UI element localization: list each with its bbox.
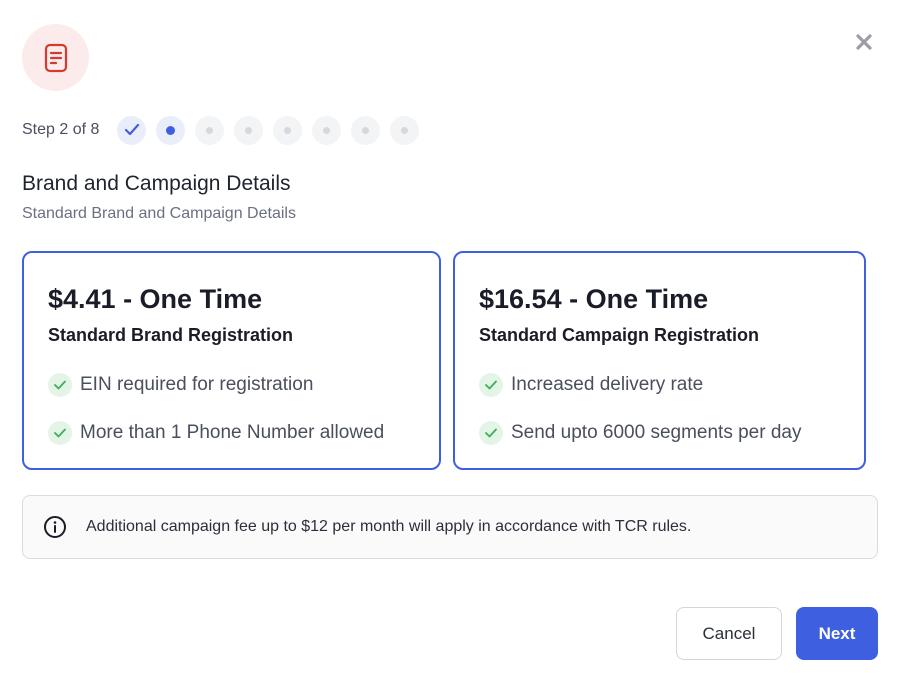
section-title: Brand and Campaign Details (22, 172, 291, 195)
step-5 (273, 115, 303, 145)
feature-item: Send upto 6000 segments per day (479, 409, 840, 457)
step-1-complete (117, 115, 147, 145)
step-indicators (117, 115, 420, 145)
step-6 (312, 115, 342, 145)
feature-text: Send upto 6000 segments per day (511, 422, 802, 443)
feature-text: Increased delivery rate (511, 374, 704, 395)
step-8 (390, 115, 420, 145)
step-3 (195, 115, 225, 145)
brand-registration-card[interactable]: $4.41 - One Time Standard Brand Registra… (22, 251, 441, 470)
notice-text: Additional campaign fee up to $12 per mo… (86, 518, 692, 535)
step-2-current (156, 115, 186, 145)
feature-item: More than 1 Phone Number allowed (48, 409, 415, 457)
fee-notice: Additional campaign fee up to $12 per mo… (22, 495, 878, 559)
feature-text: More than 1 Phone Number allowed (80, 422, 385, 443)
section-subtitle: Standard Brand and Campaign Details (22, 205, 296, 222)
plan-name: Standard Brand Registration (48, 325, 294, 345)
close-icon (856, 34, 872, 50)
check-icon (48, 421, 72, 445)
check-icon (48, 373, 72, 397)
feature-text: EIN required for registration (80, 374, 314, 395)
document-icon (44, 43, 67, 72)
check-icon (479, 421, 503, 445)
plan-price: $4.41 - One Time (48, 284, 263, 314)
close-button[interactable] (852, 30, 876, 54)
stepper: Step 2 of 8 (22, 115, 420, 145)
feature-item: Increased delivery rate (479, 361, 840, 409)
check-icon (479, 373, 503, 397)
step-7 (351, 115, 381, 145)
plan-name: Standard Campaign Registration (479, 325, 760, 345)
step-4 (234, 115, 264, 145)
header-icon-badge (22, 24, 89, 91)
plan-price: $16.54 - One Time (479, 284, 709, 314)
check-icon (124, 123, 139, 136)
step-label: Step 2 of 8 (22, 121, 100, 138)
feature-item: EIN required for registration (48, 361, 415, 409)
cancel-button[interactable]: Cancel (676, 607, 782, 660)
campaign-registration-card[interactable]: $16.54 - One Time Standard Campaign Regi… (453, 251, 866, 470)
next-button[interactable]: Next (796, 607, 878, 660)
info-icon (44, 516, 66, 538)
